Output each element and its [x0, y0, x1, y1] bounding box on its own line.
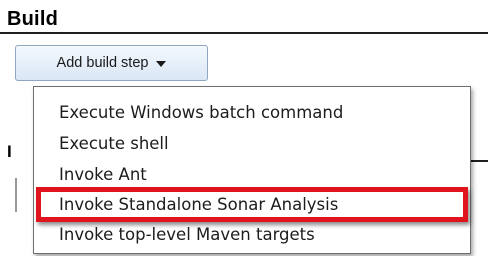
- obscured-section-divider: [470, 160, 488, 162]
- menu-item-invoke-top-level-maven-targets[interactable]: Invoke top-level Maven targets: [59, 223, 315, 247]
- add-build-step-button[interactable]: Add build step: [15, 45, 208, 81]
- menu-item-execute-windows-batch-command[interactable]: Execute Windows batch command: [59, 101, 343, 125]
- add-build-step-label: Add build step: [56, 55, 149, 71]
- section-title-build: Build: [7, 8, 58, 30]
- build-step-dropdown-menu: Execute Windows batch command Execute sh…: [33, 86, 471, 254]
- obscured-field-border: [15, 178, 17, 212]
- caret-down-icon: [156, 61, 167, 67]
- menu-item-invoke-ant[interactable]: Invoke Ant: [59, 163, 147, 187]
- section-divider: [0, 32, 488, 34]
- obscured-section-title: I: [7, 143, 12, 161]
- menu-item-execute-shell[interactable]: Execute shell: [59, 132, 169, 156]
- menu-item-invoke-standalone-sonar-analysis[interactable]: Invoke Standalone Sonar Analysis: [59, 193, 338, 217]
